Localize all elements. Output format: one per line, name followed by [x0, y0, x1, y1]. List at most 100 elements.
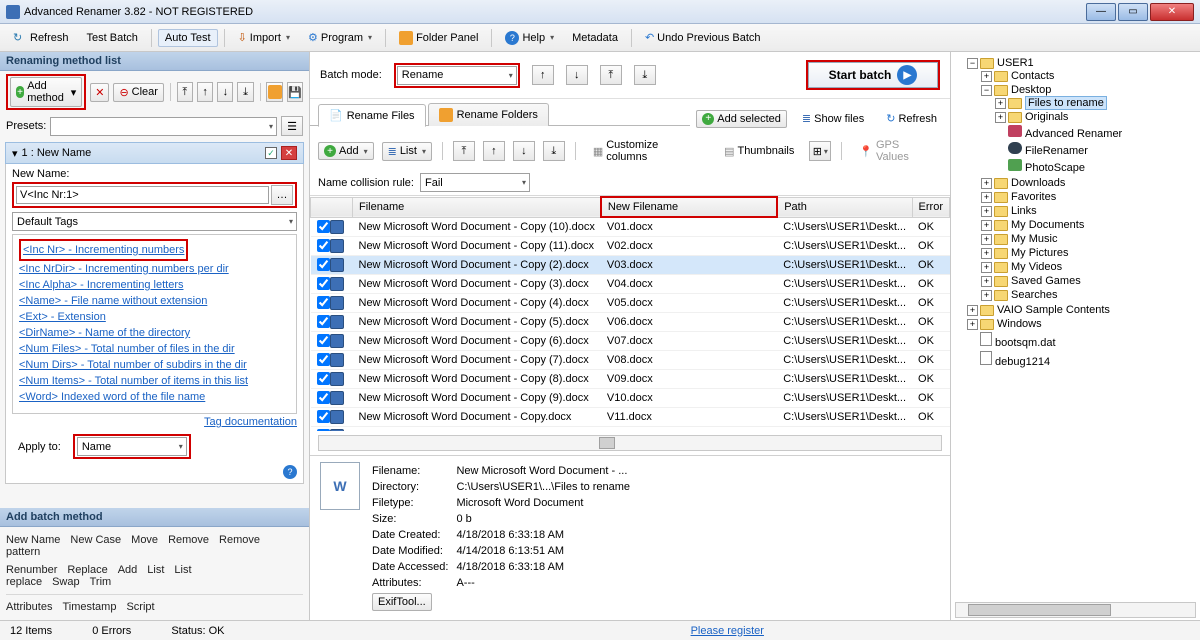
tree-originals[interactable]: Originals	[1025, 111, 1068, 123]
tree-expand[interactable]: +	[995, 98, 1006, 109]
row-checkbox[interactable]	[317, 334, 330, 347]
register-link[interactable]: Please register	[691, 625, 764, 637]
row-checkbox[interactable]	[317, 277, 330, 290]
batch-method-remove[interactable]: Remove	[168, 534, 209, 546]
table-row[interactable]: New Microsoft Word Document - Copy (7).d…	[311, 350, 950, 369]
list-menu-button[interactable]: ≣List	[382, 142, 432, 161]
presets-select[interactable]	[50, 117, 277, 136]
tab-rename-files[interactable]: 📄Rename Files	[318, 104, 426, 127]
row-checkbox[interactable]	[317, 372, 330, 385]
col-bottom-button[interactable]: ⤓	[634, 65, 656, 85]
col-error[interactable]: Error	[912, 197, 949, 217]
move-up-button[interactable]: ↑	[197, 82, 213, 102]
tree-expand[interactable]: +	[981, 71, 992, 82]
tag-numfiles[interactable]: <Num Files> - Total number of files in t…	[19, 341, 290, 357]
tree-photoscape[interactable]: PhotoScape	[1025, 162, 1085, 174]
tree-windows[interactable]: Windows	[997, 318, 1042, 330]
tag-inc-alpha[interactable]: <Inc Alpha> - Incrementing letters	[19, 277, 290, 293]
tree-refresh-button[interactable]: ↻Refresh	[879, 109, 944, 128]
tree-links[interactable]: Links	[1011, 205, 1037, 217]
tree-filerenamer[interactable]: FileRenamer	[1025, 145, 1088, 157]
tree-bootsqm[interactable]: bootsqm.dat	[995, 337, 1056, 349]
tree-myvids[interactable]: My Videos	[1011, 261, 1062, 273]
tree-expand[interactable]: +	[995, 112, 1006, 123]
file-grid[interactable]: Filename New Filename Path Error New Mic…	[310, 196, 950, 431]
tree-desktop[interactable]: Desktop	[1011, 84, 1051, 96]
collision-select[interactable]: Fail	[420, 173, 530, 192]
start-batch-button[interactable]: Start batch▶	[808, 62, 938, 88]
col-check[interactable]	[311, 197, 353, 217]
tag-inc-nr-dir[interactable]: <Inc NrDir> - Incrementing numbers per d…	[19, 261, 290, 277]
table-row[interactable]: New Microsoft Word Document - Copy (9).d…	[311, 388, 950, 407]
tree-vaio[interactable]: VAIO Sample Contents	[997, 304, 1110, 316]
table-row[interactable]: New Microsoft Word Document - Copy (8).d…	[311, 369, 950, 388]
clear-button[interactable]: ⊖Clear	[113, 83, 164, 102]
table-row[interactable]: New Microsoft Word Document - Copy (11).…	[311, 236, 950, 255]
tree-mypics[interactable]: My Pictures	[1011, 247, 1068, 259]
tree-expand[interactable]: −	[967, 58, 978, 69]
thumbnails-button[interactable]: ▤Thumbnails	[717, 142, 801, 161]
metadata-button[interactable]: Metadata	[565, 29, 625, 47]
table-row[interactable]: New Microsoft Word Document - Copy (6).d…	[311, 331, 950, 350]
minimize-button[interactable]: —	[1086, 3, 1116, 21]
table-row[interactable]: New Microsoft Word Document - Copy (3).d…	[311, 274, 950, 293]
batch-method-new-name[interactable]: New Name	[6, 534, 60, 546]
tree-saved[interactable]: Saved Games	[1011, 275, 1081, 287]
tag-numitems[interactable]: <Num Items> - Total number of items in t…	[19, 373, 290, 389]
row-checkbox[interactable]	[317, 220, 330, 233]
auto-test-button[interactable]: Auto Test	[158, 29, 218, 47]
add-files-button[interactable]: +Add	[318, 142, 374, 160]
col-path[interactable]: Path	[777, 197, 912, 217]
tree-hscroll[interactable]	[955, 602, 1196, 618]
import-menu[interactable]: ⇩Import	[231, 28, 297, 47]
batch-method-add[interactable]: Add	[118, 564, 138, 576]
apply-to-select[interactable]: Name	[77, 437, 187, 456]
tree-contacts[interactable]: Contacts	[1011, 70, 1054, 82]
method-help-icon[interactable]: ?	[283, 465, 297, 479]
maximize-button[interactable]: ▭	[1118, 3, 1148, 21]
tag-ext[interactable]: <Ext> - Extension	[19, 309, 290, 325]
move-up-button[interactable]: ↑	[483, 141, 505, 161]
move-bottom-button[interactable]: ⤓	[543, 141, 565, 161]
table-row[interactable]: New Microsoft Word Document - Copy (10).…	[311, 217, 950, 236]
tab-rename-folders[interactable]: Rename Folders	[428, 103, 549, 126]
close-button[interactable]: ✕	[1150, 3, 1194, 21]
move-top-button[interactable]: ⤒	[453, 141, 475, 161]
move-down-button[interactable]: ↓	[513, 141, 535, 161]
method-close-button[interactable]: ✕	[281, 146, 297, 160]
row-checkbox[interactable]	[317, 391, 330, 404]
tag-inc-nr[interactable]: <Inc Nr> - Incrementing numbers	[23, 242, 184, 258]
batch-method-timestamp[interactable]: Timestamp	[62, 601, 116, 613]
table-row[interactable]: New Microsoft Word Document - Copy.docx …	[311, 407, 950, 426]
method-enabled-checkbox[interactable]: ✓	[265, 147, 277, 159]
tree-advanced-renamer[interactable]: Advanced Renamer	[1025, 128, 1122, 140]
program-menu[interactable]: ⚙Program	[301, 28, 379, 47]
batch-method-attributes[interactable]: Attributes	[6, 601, 52, 613]
col-down-button[interactable]: ↓	[566, 65, 588, 85]
add-method-button[interactable]: +Add method ▾	[10, 77, 82, 107]
move-down-button[interactable]: ↓	[217, 82, 233, 102]
col-top-button[interactable]: ⤒	[600, 65, 622, 85]
tree-mydocs[interactable]: My Documents	[1011, 219, 1084, 231]
batch-mode-select[interactable]: Rename	[397, 66, 517, 85]
default-tags-select[interactable]: Default Tags	[12, 212, 297, 231]
batch-method-swap[interactable]: Swap	[52, 576, 80, 588]
customize-columns-button[interactable]: ▦Customize columns	[586, 136, 709, 166]
tag-numdirs[interactable]: <Num Dirs> - Total number of subdirs in …	[19, 357, 290, 373]
batch-method-move[interactable]: Move	[131, 534, 158, 546]
batch-method-list[interactable]: List	[147, 564, 164, 576]
tag-word[interactable]: <Word> Indexed word of the file name	[19, 389, 290, 405]
add-selected-button[interactable]: +Add selected	[696, 110, 787, 128]
batch-method-renumber[interactable]: Renumber	[6, 564, 57, 576]
presets-menu-button[interactable]: ☰	[281, 116, 303, 136]
show-files-button[interactable]: ≣Show files	[795, 109, 871, 128]
row-checkbox[interactable]	[317, 258, 330, 271]
tag-dirname[interactable]: <DirName> - Name of the directory	[19, 325, 290, 341]
row-checkbox[interactable]	[317, 429, 330, 431]
tag-documentation-link[interactable]: Tag documentation	[204, 416, 297, 428]
row-checkbox[interactable]	[317, 239, 330, 252]
row-checkbox[interactable]	[317, 296, 330, 309]
folder-tree[interactable]: −USER1 +Contacts −Desktop +Files to rena…	[951, 52, 1200, 600]
refresh-button[interactable]: ↻Refresh	[6, 28, 76, 48]
batch-method-replace[interactable]: Replace	[67, 564, 107, 576]
